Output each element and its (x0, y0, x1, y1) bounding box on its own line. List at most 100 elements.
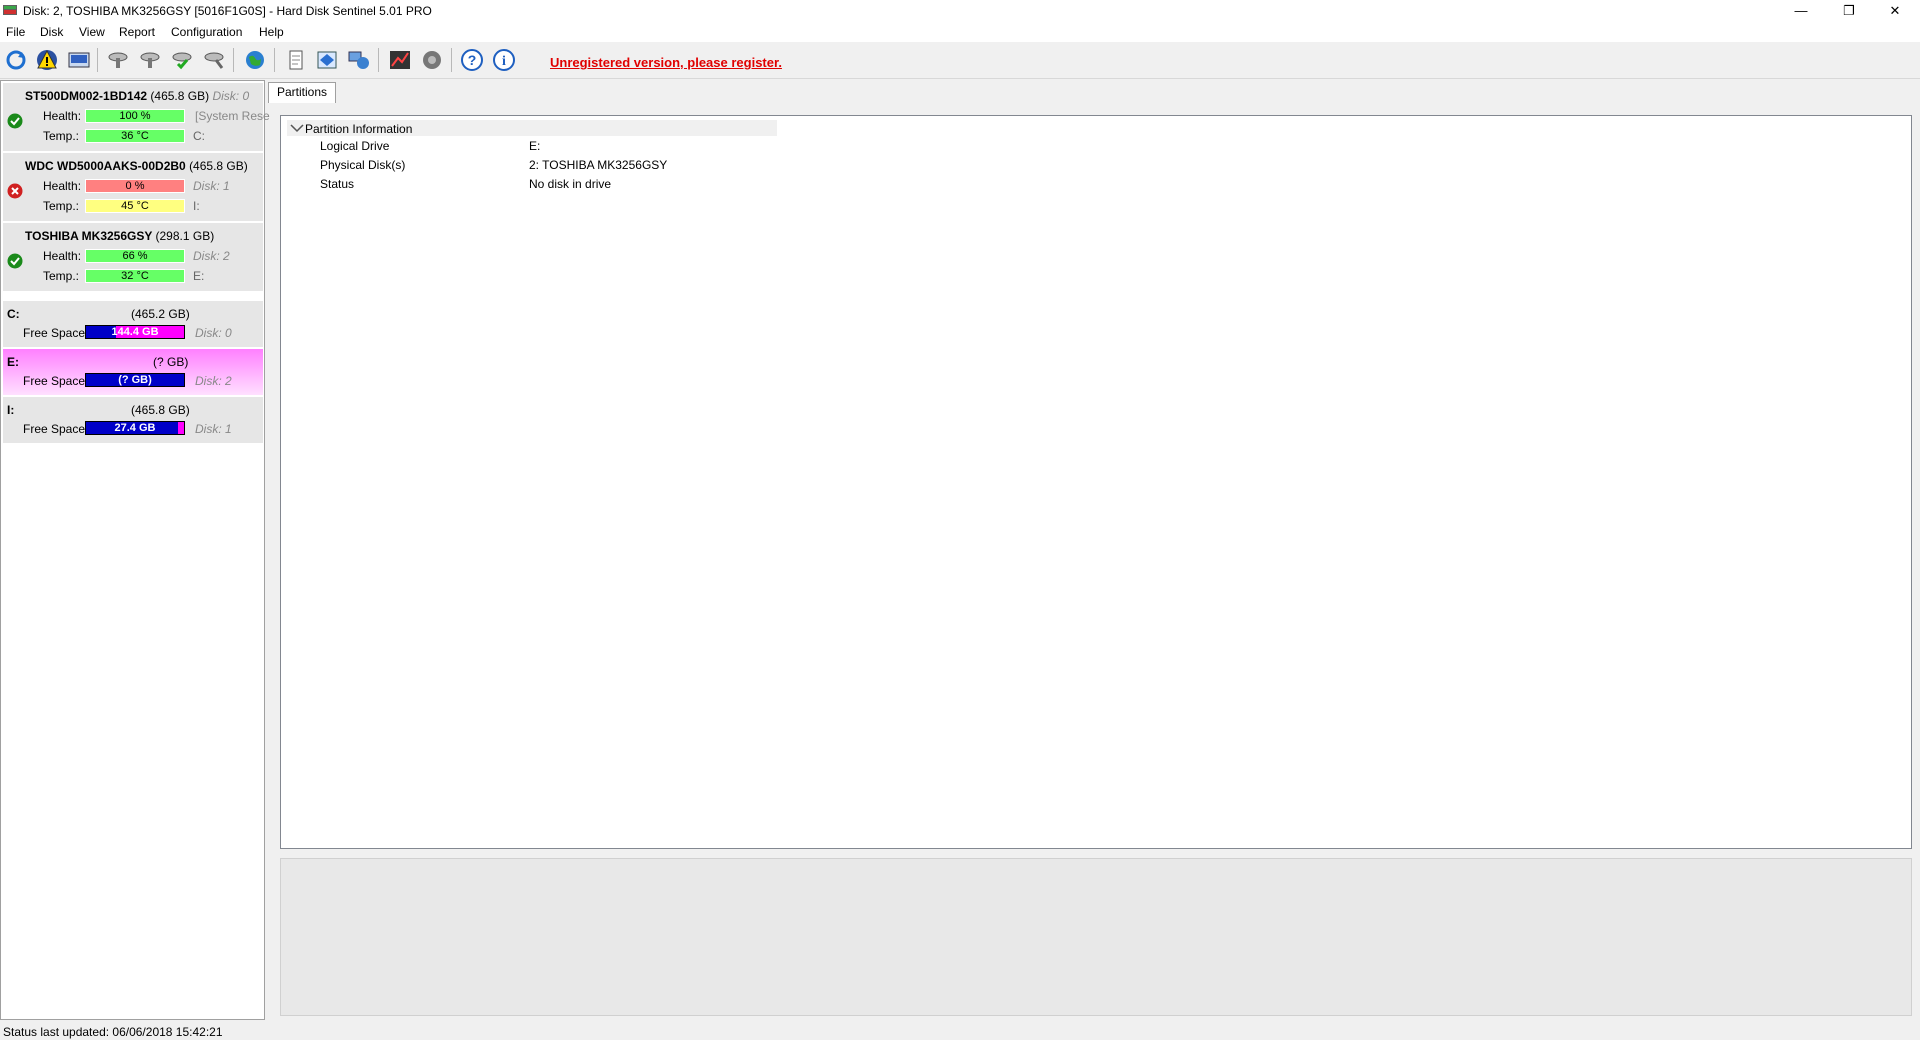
restore-button[interactable]: ❐ (1826, 0, 1872, 22)
partition-letter: E: (7, 355, 19, 369)
about-icon[interactable]: i (492, 48, 516, 72)
help-icon[interactable]: ? (460, 48, 484, 72)
warning-icon[interactable] (35, 48, 59, 72)
close-button[interactable]: ✕ (1872, 0, 1918, 22)
info-key: Physical Disk(s) (320, 158, 406, 172)
free-space-value: (? GB) (118, 374, 152, 386)
health-bar: 100 % (85, 109, 185, 123)
window-title: Disk: 2, TOSHIBA MK3256GSY [5016F1G0S] -… (23, 4, 432, 18)
drive-letter: I: (193, 199, 200, 213)
collapse-icon[interactable] (290, 123, 304, 133)
send-report-icon[interactable] (315, 48, 339, 72)
disk-name: WDC WD5000AAKS-00D2B0 (465.8 GB) (25, 159, 248, 173)
disk-list-panel: ST500DM002-1BD142 (465.8 GB) Disk: 0 Hea… (0, 80, 270, 1020)
temp-bar: 45 °C (85, 199, 185, 213)
app-icon (3, 5, 17, 15)
free-space-label: Free Space (23, 326, 86, 340)
partition-letter: I: (7, 403, 15, 417)
svg-text:i: i (502, 54, 506, 69)
toolbar-separator (233, 48, 234, 72)
section-header[interactable]: Partition Information (287, 120, 777, 136)
performance-icon[interactable] (388, 48, 412, 72)
partition-size: (465.2 GB) (131, 307, 190, 321)
sound-icon[interactable] (420, 48, 444, 72)
network-icon[interactable] (347, 48, 371, 72)
status-text: Status last updated: 06/06/2018 15:42:21 (3, 1025, 223, 1039)
free-space-bar: (? GB) (85, 373, 185, 387)
tab-strip: Partitions (268, 80, 1920, 103)
report-icon[interactable] (284, 48, 308, 72)
toolbar: ? i Unregistered version, please registe… (0, 42, 1920, 79)
disk-info-icon[interactable] (67, 48, 91, 72)
svg-text:?: ? (468, 52, 477, 68)
health-label: Health: (43, 179, 82, 193)
health-bar: 0 % (85, 179, 185, 193)
free-space-label: Free Space (23, 422, 86, 436)
disk-test-icon[interactable] (106, 48, 130, 72)
info-key: Logical Drive (320, 139, 390, 153)
web-icon[interactable] (243, 48, 267, 72)
menu-report[interactable]: Report (119, 25, 155, 39)
menu-disk[interactable]: Disk (40, 25, 63, 39)
info-value: No disk in drive (529, 177, 612, 191)
free-space-value: 27.4 GB (114, 422, 156, 434)
disk-check-icon[interactable] (170, 48, 194, 72)
toolbar-separator (274, 48, 275, 72)
partition-size: (465.8 GB) (131, 403, 190, 417)
partition-letter: C: (7, 307, 20, 321)
info-value: 2: TOSHIBA MK3256GSY (529, 158, 668, 172)
minimize-button[interactable]: — (1778, 0, 1824, 22)
free-space-bar: 144.4 GB (85, 325, 185, 339)
info-key: Status (320, 177, 355, 191)
disk-number: Disk: 2 (195, 374, 232, 388)
temp-label: Temp.: (43, 269, 80, 283)
register-link[interactable]: Unregistered version, please register. (550, 55, 782, 70)
partition-card[interactable]: I: (465.8 GB) Free Space 27.4 GB Disk: 1 (3, 397, 263, 443)
temp-bar: 36 °C (85, 129, 185, 143)
disk-tool-icon[interactable] (202, 48, 226, 72)
title-bar: Disk: 2, TOSHIBA MK3256GSY [5016F1G0S] -… (0, 0, 1920, 22)
ok-check-icon (7, 113, 23, 129)
menu-view[interactable]: View (79, 25, 105, 39)
partition-card[interactable]: C: (465.2 GB) Free Space 144.4 GB Disk: … (3, 301, 263, 347)
free-space-value: 144.4 GB (111, 326, 159, 338)
partition-info-pane: Partition Information Logical Drive E: P… (280, 115, 1912, 849)
disk-number: Disk: 0 (195, 326, 232, 340)
status-bar: Status last updated: 06/06/2018 15:42:21 (0, 1022, 1920, 1040)
drive-letter: C: (193, 129, 205, 143)
section-title: Partition Information (305, 122, 413, 136)
disk-number: Disk: 1 (195, 422, 232, 436)
volume-label: [System Rese (195, 109, 270, 123)
drive-letter: E: (193, 269, 205, 283)
details-pane (280, 858, 1912, 1016)
menu-help[interactable]: Help (259, 25, 284, 39)
health-label: Health: (43, 249, 82, 263)
disk-number: Disk: 1 (193, 179, 230, 193)
refresh-icon[interactable] (4, 48, 28, 72)
tab-partitions[interactable]: Partitions (268, 82, 337, 103)
menu-file[interactable]: File (6, 25, 25, 39)
health-label: Health: (43, 109, 82, 123)
disk-name: ST500DM002-1BD142 (465.8 GB) Disk: 0 (25, 89, 250, 103)
disk-name: TOSHIBA MK3256GSY (298.1 GB) (25, 229, 215, 243)
info-value: E: (529, 139, 541, 153)
disk-card[interactable]: TOSHIBA MK3256GSY (298.1 GB) Health: 66 … (3, 223, 263, 292)
toolbar-separator (451, 48, 452, 72)
free-space-bar: 27.4 GB (85, 421, 185, 435)
ok-check-icon (7, 253, 23, 269)
temp-bar: 32 °C (85, 269, 185, 283)
disk-number: Disk: 2 (193, 249, 230, 263)
temp-label: Temp.: (43, 129, 80, 143)
health-bar: 66 % (85, 249, 185, 263)
disk-card[interactable]: ST500DM002-1BD142 (465.8 GB) Disk: 0 Hea… (3, 83, 270, 152)
toolbar-separator (97, 48, 98, 72)
partition-card-selected[interactable]: E: (? GB) Free Space (? GB) Disk: 2 (3, 349, 263, 395)
menu-bar: File Disk View Report Configuration Help (0, 22, 1920, 42)
error-x-icon (7, 183, 23, 199)
free-space-label: Free Space (23, 374, 86, 388)
partition-size: (? GB) (153, 355, 189, 369)
disk-card[interactable]: WDC WD5000AAKS-00D2B0 (465.8 GB) Health:… (3, 153, 263, 222)
toolbar-separator (378, 48, 379, 72)
disk-surface-icon[interactable] (138, 48, 162, 72)
menu-configuration[interactable]: Configuration (171, 25, 242, 39)
